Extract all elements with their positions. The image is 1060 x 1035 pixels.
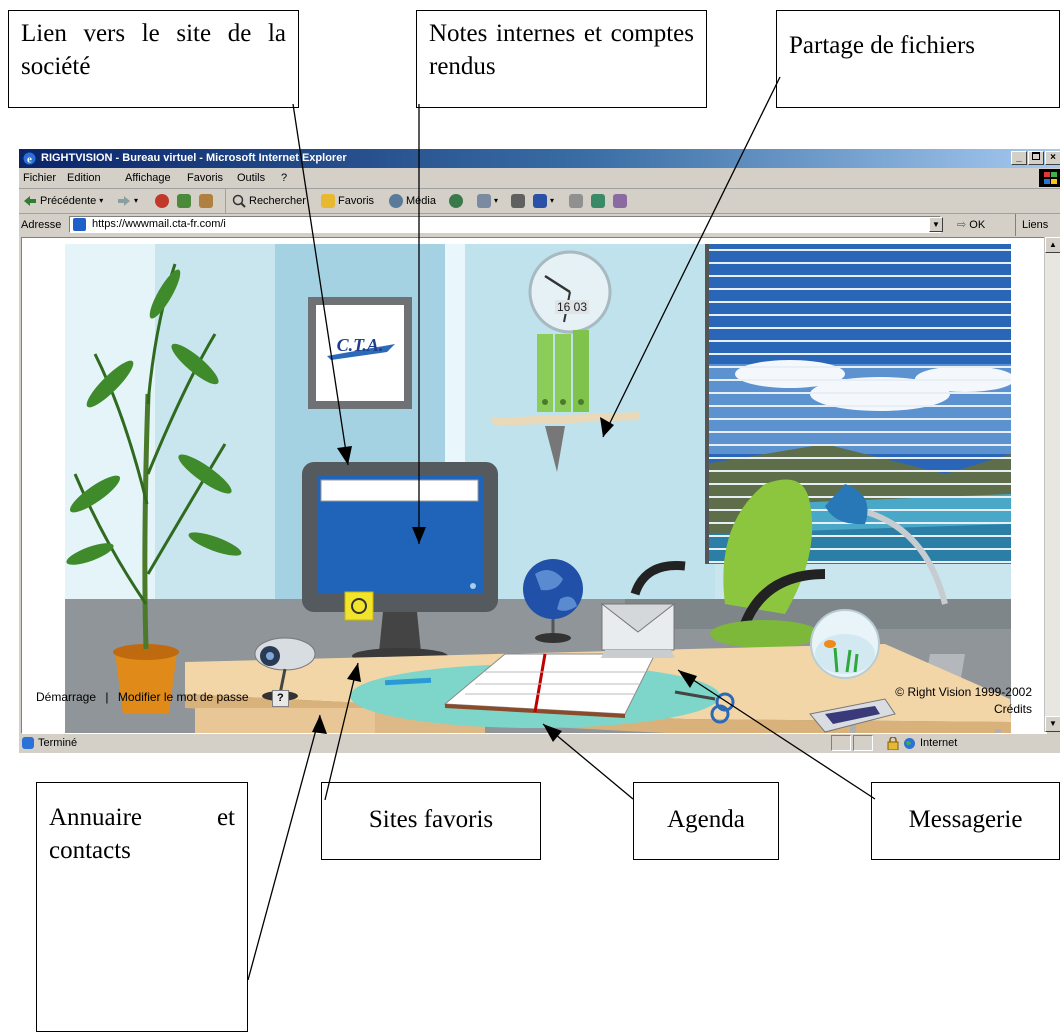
minimize-button[interactable]: _ xyxy=(1011,151,1027,165)
title-bar: e RIGHTVISION - Bureau virtuel - Microso… xyxy=(19,149,1060,168)
menu-affichage[interactable]: Affichage xyxy=(125,168,171,188)
search-label: Rechercher xyxy=(249,195,306,207)
go-button[interactable]: ⇨ OK xyxy=(957,214,985,236)
svg-text:e: e xyxy=(27,154,32,166)
globe-icon xyxy=(904,737,915,749)
messenger-icon xyxy=(591,194,605,208)
back-arrow-icon xyxy=(24,196,36,206)
browser-window: e RIGHTVISION - Bureau virtuel - Microso… xyxy=(18,148,1060,753)
forward-arrow-icon xyxy=(118,196,130,206)
wall-clock[interactable] xyxy=(528,250,612,334)
notes-input[interactable] xyxy=(320,479,479,502)
fishbowl xyxy=(810,609,880,679)
edit-icon xyxy=(569,194,583,208)
search-icon xyxy=(232,194,246,208)
media-icon xyxy=(389,194,403,208)
home-icon xyxy=(199,194,213,208)
page-content: C.T.A. 16 03 Démarrage | Modifier le mot… xyxy=(21,237,1047,734)
refresh-button[interactable] xyxy=(177,189,191,213)
forward-button[interactable]: ▾ xyxy=(117,189,138,213)
menu-outils[interactable]: Outils xyxy=(237,168,265,188)
favorites-sticky-note[interactable] xyxy=(344,591,374,621)
address-input[interactable]: https://wwwmail.cta-fr.com/i xyxy=(69,216,941,233)
close-button[interactable]: × xyxy=(1045,151,1060,165)
callout-company-site: Lien vers le site de la société xyxy=(8,10,299,108)
credits-link[interactable]: Crédits xyxy=(895,701,1032,718)
copyright-block: © Right Vision 1999-2002 Crédits xyxy=(895,684,1032,718)
history-icon xyxy=(449,194,463,208)
zone-text: Internet xyxy=(920,737,958,749)
ie-logo-icon: e xyxy=(23,152,36,166)
print-button[interactable] xyxy=(511,189,525,213)
callout-favorite-sites: Sites favoris xyxy=(321,782,541,860)
callout-file-sharing: Partage de fichiers xyxy=(776,10,1060,108)
menu-help[interactable]: ? xyxy=(281,168,287,188)
address-bar: Adresse https://wwwmail.cta-fr.com/i ▼ ⇨… xyxy=(19,214,1060,236)
messenger-button[interactable] xyxy=(591,189,605,213)
page-icon xyxy=(73,218,86,231)
status-cell xyxy=(853,735,873,751)
toolbar: Précédente ▾ ▾ Rechercher Favoris Média ▾… xyxy=(19,189,1060,214)
menu-edition[interactable]: Edition xyxy=(67,168,101,188)
edit-button[interactable] xyxy=(569,189,583,213)
change-password-link[interactable]: Modifier le mot de passe xyxy=(118,690,249,704)
security-zone: Internet xyxy=(887,735,957,751)
discuss-icon xyxy=(613,194,627,208)
company-logo-text: C.T.A. xyxy=(337,335,384,355)
home-link[interactable]: Démarrage xyxy=(36,690,96,704)
callout-messaging: Messagerie xyxy=(871,782,1060,860)
leader-line-directory xyxy=(247,714,321,981)
favorites-button[interactable]: Favoris xyxy=(321,189,374,213)
scroll-up-icon[interactable]: ▲ xyxy=(1045,237,1060,253)
status-cell xyxy=(831,735,851,751)
page-done-icon xyxy=(22,737,34,749)
maximize-button[interactable] xyxy=(1028,151,1044,165)
mail-icon xyxy=(477,194,491,208)
menu-favoris[interactable]: Favoris xyxy=(187,168,223,188)
windows-logo-icon xyxy=(1039,169,1060,187)
favorites-icon xyxy=(321,194,335,208)
clock-time: 16 03 xyxy=(557,300,587,314)
go-label: OK xyxy=(969,219,986,231)
address-url: https://wwwmail.cta-fr.com/i xyxy=(92,218,226,230)
word-button[interactable]: ▾ xyxy=(533,189,554,213)
vertical-scrollbar[interactable]: ▲ ▼ xyxy=(1044,237,1060,732)
address-dropdown[interactable]: ▼ xyxy=(929,217,943,232)
status-bar: Terminé Internet xyxy=(19,733,1060,753)
copyright-text: © Right Vision 1999-2002 xyxy=(895,685,1032,699)
help-button[interactable]: ? xyxy=(271,690,289,707)
print-icon xyxy=(511,194,525,208)
discuss-button[interactable] xyxy=(613,189,627,213)
window-title: RIGHTVISION - Bureau virtuel - Microsoft… xyxy=(41,152,347,164)
mail-envelope[interactable] xyxy=(600,603,676,658)
back-button[interactable]: Précédente ▾ xyxy=(23,189,103,213)
stop-button[interactable] xyxy=(155,189,169,213)
mail-button[interactable]: ▾ xyxy=(477,189,498,213)
address-label: Adresse xyxy=(21,219,62,231)
back-label: Précédente xyxy=(40,195,97,207)
stop-icon xyxy=(155,194,169,208)
virtual-office-scene: C.T.A. 16 03 xyxy=(65,244,1011,733)
lock-icon xyxy=(887,736,899,750)
callout-directory: Annuaire et contacts xyxy=(36,782,248,1032)
word-icon xyxy=(533,194,547,208)
media-label: Média xyxy=(406,195,436,207)
history-button[interactable] xyxy=(449,189,463,213)
scroll-down-icon[interactable]: ▼ xyxy=(1045,716,1060,732)
links-button[interactable]: Liens xyxy=(1015,214,1048,236)
favorites-label: Favoris xyxy=(338,195,375,207)
footer-separator: | xyxy=(105,690,109,704)
menu-fichier[interactable]: Fichier xyxy=(23,168,56,188)
menu-bar: Fichier Edition Affichage Favoris Outils… xyxy=(19,168,1060,189)
status-text: Terminé xyxy=(38,737,78,749)
callout-notes: Notes internes et comptes rendus xyxy=(416,10,707,108)
search-button[interactable]: Rechercher xyxy=(225,189,306,213)
footer-links: Démarrage | Modifier le mot de passe ? xyxy=(36,690,289,707)
home-button[interactable] xyxy=(199,189,213,213)
refresh-icon xyxy=(177,194,191,208)
media-button[interactable]: Média xyxy=(389,189,436,213)
callout-agenda: Agenda xyxy=(633,782,779,860)
